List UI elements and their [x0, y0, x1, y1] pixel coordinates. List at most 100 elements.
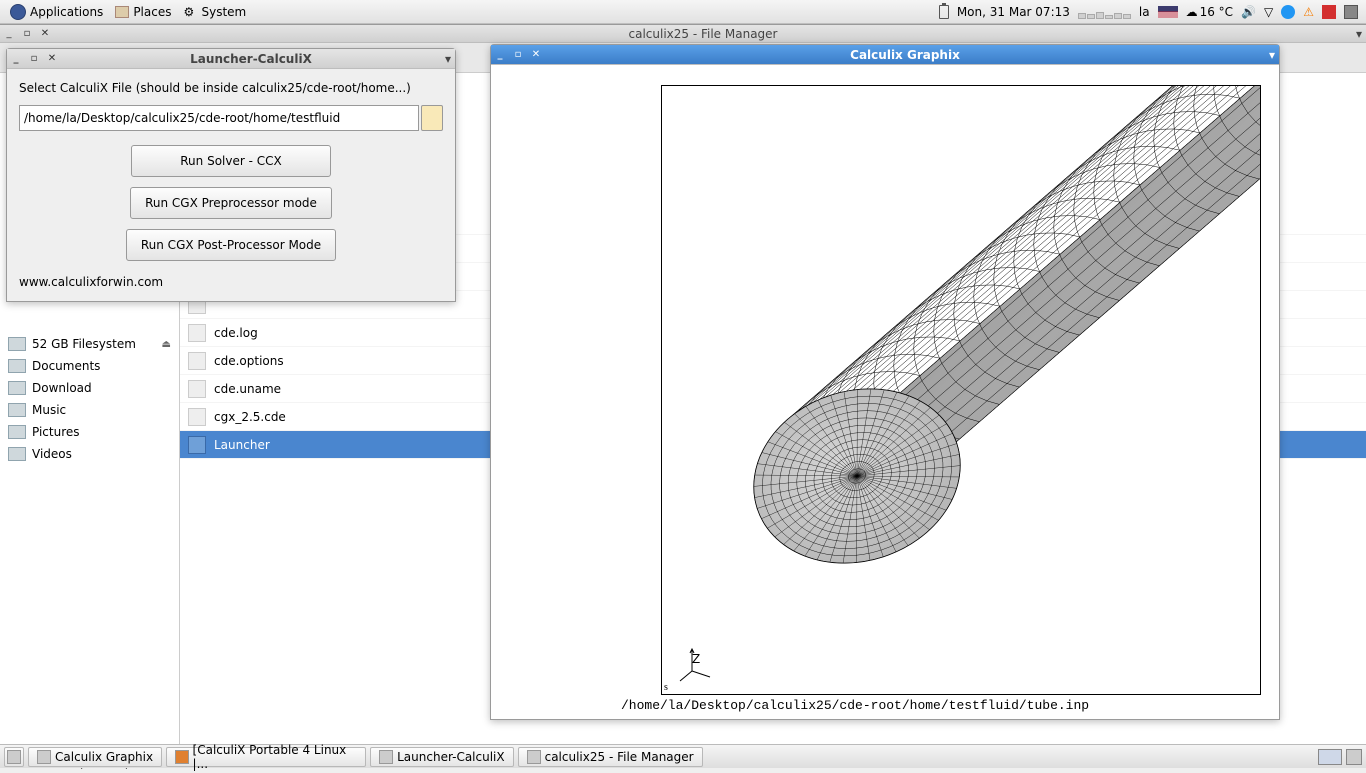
mesh-svg — [662, 86, 1261, 695]
keyboard-label: la — [1139, 5, 1150, 19]
launcher-window-menu[interactable]: ▾ — [441, 52, 455, 66]
folder-icon — [8, 359, 26, 373]
axis-z-label: Z — [692, 652, 700, 666]
system-icon: ⚙ — [183, 5, 197, 19]
graphix-window-menu[interactable]: ▾ — [1265, 48, 1279, 62]
place-label: Videos — [32, 447, 72, 461]
task-label: Launcher-CalculiX — [397, 750, 505, 764]
place-label: Documents — [32, 359, 100, 373]
place-documents[interactable]: Documents — [0, 355, 179, 377]
clock[interactable]: Mon, 31 Mar 07:13 — [953, 5, 1074, 19]
weather-text: 16 °C — [1200, 5, 1233, 19]
alert-icon: ⚠ — [1303, 5, 1314, 19]
folder-icon — [8, 381, 26, 395]
run-preprocessor-button[interactable]: Run CGX Preprocessor mode — [130, 187, 332, 219]
us-flag-icon — [1158, 6, 1178, 18]
fm-title: calculix25 - File Manager — [54, 27, 1352, 41]
workspace-switcher[interactable] — [1318, 749, 1342, 765]
cpu-bars-icon — [1078, 5, 1131, 19]
corner-label: s — [664, 682, 668, 693]
info-icon — [1281, 5, 1295, 19]
launcher-close-button[interactable]: ✕ — [45, 52, 59, 66]
places-menu[interactable]: Places — [109, 5, 177, 19]
alert-indicator[interactable]: ⚠ — [1299, 5, 1318, 19]
fm-window-menu[interactable]: ▾ — [1352, 27, 1366, 41]
graphix-canvas[interactable]: Z s — [661, 85, 1261, 695]
fm-maximize-button[interactable]: ▫ — [20, 27, 34, 41]
place-download[interactable]: Download — [0, 377, 179, 399]
place-pictures[interactable]: Pictures — [0, 421, 179, 443]
places-label: Places — [133, 5, 171, 19]
wifi-icon: ▽ — [1264, 5, 1273, 19]
fm-minimize-button[interactable]: _ — [2, 27, 16, 41]
task-label: [CalculiX Portable 4 Linux |... — [193, 743, 358, 771]
volume-indicator[interactable]: 🔊 — [1237, 5, 1260, 19]
fm-close-button[interactable]: ✕ — [38, 27, 52, 41]
wall-icon — [1322, 5, 1336, 19]
folder-icon — [8, 403, 26, 417]
show-desktop-button[interactable] — [4, 747, 24, 767]
volume-icon: 🔊 — [1241, 5, 1256, 19]
graphix-window: _ ▫ ✕ Calculix Graphix ▾ — [490, 44, 1280, 720]
trash-icon[interactable] — [1346, 749, 1362, 765]
folder-icon — [527, 750, 541, 764]
system-menu[interactable]: ⚙ System — [177, 5, 252, 19]
flag-indicator[interactable] — [1154, 6, 1182, 18]
graphix-maximize-button[interactable]: ▫ — [511, 48, 525, 62]
launcher-prompt: Select CalculiX File (should be inside c… — [19, 81, 443, 95]
launcher-titlebar[interactable]: _ ▫ ✕ Launcher-CalculiX ▾ — [7, 49, 455, 69]
file-icon — [188, 324, 206, 342]
weather-indicator[interactable]: ☁ 16 °C — [1182, 5, 1237, 19]
clock-text: Mon, 31 Mar 07:13 — [957, 5, 1070, 19]
top-panel: Applications Places ⚙ System Mon, 31 Mar… — [0, 0, 1366, 24]
file-path-input[interactable] — [19, 105, 419, 131]
task-label: Calculix Graphix — [55, 750, 153, 764]
file-icon — [188, 380, 206, 398]
firefox-icon — [175, 750, 188, 764]
task-graphix[interactable]: Calculix Graphix — [28, 747, 162, 767]
place-label: Pictures — [32, 425, 80, 439]
file-icon — [188, 436, 206, 454]
place-filesystem[interactable]: 52 GB Filesystem ⏏ — [0, 333, 179, 355]
drive-icon — [8, 337, 26, 351]
file-icon — [188, 408, 206, 426]
update-indicator[interactable] — [1277, 5, 1299, 19]
eject-icon[interactable]: ⏏ — [162, 339, 171, 350]
place-music[interactable]: Music — [0, 399, 179, 421]
task-filemanager[interactable]: calculix25 - File Manager — [518, 747, 703, 767]
graphix-filepath: /home/la/Desktop/calculix25/cde-root/hom… — [621, 698, 1089, 713]
place-label: 52 GB Filesystem — [32, 337, 136, 351]
launcher-window: _ ▫ ✕ Launcher-CalculiX ▾ Select Calculi… — [6, 48, 456, 302]
graphix-minimize-button[interactable]: _ — [493, 48, 507, 62]
launcher-maximize-button[interactable]: ▫ — [27, 52, 41, 66]
browse-button[interactable] — [421, 105, 443, 131]
place-label: Download — [32, 381, 92, 395]
taskbar: Calculix Graphix [CalculiX Portable 4 Li… — [0, 744, 1366, 768]
file-manager-titlebar[interactable]: _ ▫ ✕ calculix25 - File Manager ▾ — [0, 25, 1366, 43]
task-label: calculix25 - File Manager — [545, 750, 694, 764]
place-videos[interactable]: Videos — [0, 443, 179, 465]
graphix-titlebar[interactable]: _ ▫ ✕ Calculix Graphix ▾ — [491, 45, 1279, 65]
run-postprocessor-button[interactable]: Run CGX Post-Processor Mode — [126, 229, 336, 261]
places-icon — [115, 6, 129, 18]
battery-indicator[interactable] — [935, 5, 953, 19]
launcher-title: Launcher-CalculiX — [61, 52, 441, 66]
app-icon — [379, 750, 393, 764]
launcher-minimize-button[interactable]: _ — [9, 52, 23, 66]
system-label: System — [201, 5, 246, 19]
applications-menu[interactable]: Applications — [4, 4, 109, 20]
weather-icon: ☁ — [1186, 5, 1198, 19]
firewall-indicator[interactable] — [1318, 5, 1340, 19]
launcher-website: www.calculixforwin.com — [19, 275, 443, 289]
logout-button[interactable] — [1340, 5, 1362, 19]
graphix-title: Calculix Graphix — [545, 48, 1265, 62]
graphix-close-button[interactable]: ✕ — [529, 48, 543, 62]
network-indicator[interactable]: ▽ — [1260, 5, 1277, 19]
run-solver-button[interactable]: Run Solver - CCX — [131, 145, 331, 177]
folder-icon — [8, 447, 26, 461]
task-browser[interactable]: [CalculiX Portable 4 Linux |... — [166, 747, 366, 767]
keyboard-layout[interactable]: la — [1135, 5, 1154, 19]
cpu-monitor[interactable] — [1074, 5, 1135, 19]
axis-gizmo: Z — [680, 643, 720, 686]
task-launcher[interactable]: Launcher-CalculiX — [370, 747, 514, 767]
